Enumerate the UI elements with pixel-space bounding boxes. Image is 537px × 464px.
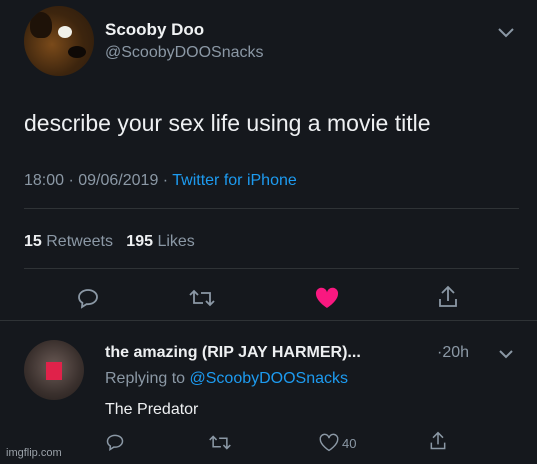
share-icon[interactable] (428, 430, 448, 452)
main-tweet: Scooby Doo @ScoobyDOOSnacks describe you… (0, 0, 537, 322)
tweet-stats: 15 Retweets 195 Likes (24, 233, 195, 251)
replying-prefix: Replying to (105, 370, 190, 387)
timestamp[interactable]: 18:00 · 09/06/2019 · (24, 172, 172, 189)
tweet-text: describe your sex life using a movie tit… (24, 110, 431, 136)
heart-filled-icon[interactable] (314, 286, 340, 310)
watermark: imgflip.com (6, 447, 62, 459)
divider (24, 268, 519, 269)
retweet-icon[interactable] (188, 287, 216, 309)
reply-author-name[interactable]: the amazing (RIP JAY HARMER)... (105, 344, 361, 362)
tweet-source-link[interactable]: Twitter for iPhone (172, 172, 297, 189)
heart-outline-icon[interactable] (318, 433, 340, 452)
author-name[interactable]: Scooby Doo (105, 20, 204, 40)
chevron-down-icon[interactable] (498, 348, 514, 359)
retweets-stat[interactable]: 15 Retweets (24, 233, 113, 250)
reply-timestamp[interactable]: ·20h (437, 344, 469, 362)
divider (0, 320, 537, 321)
replying-to: Replying to @ScoobyDOOSnacks (105, 370, 348, 388)
reply-icon[interactable] (105, 432, 125, 452)
retweets-count: 15 (24, 233, 42, 250)
retweets-label: Retweets (46, 233, 113, 250)
reply-like-count: 40 (342, 436, 357, 451)
reply-tweet: the amazing (RIP JAY HARMER)... ·20h Rep… (0, 322, 537, 464)
chevron-down-icon[interactable] (497, 26, 515, 38)
avatar[interactable] (24, 6, 94, 76)
reply-text: The Predator (105, 401, 199, 418)
likes-label: Likes (157, 233, 195, 250)
reply-icon[interactable] (76, 286, 100, 310)
likes-stat[interactable]: 195 Likes (126, 233, 195, 250)
avatar[interactable] (24, 340, 84, 400)
likes-count: 195 (126, 233, 153, 250)
share-icon[interactable] (436, 284, 460, 310)
tweet-meta: 18:00 · 09/06/2019 · Twitter for iPhone (24, 172, 297, 190)
author-handle[interactable]: @ScoobyDOOSnacks (105, 44, 264, 62)
divider (24, 208, 519, 209)
retweet-icon[interactable] (208, 433, 232, 452)
mention-link[interactable]: @ScoobyDOOSnacks (190, 370, 349, 387)
